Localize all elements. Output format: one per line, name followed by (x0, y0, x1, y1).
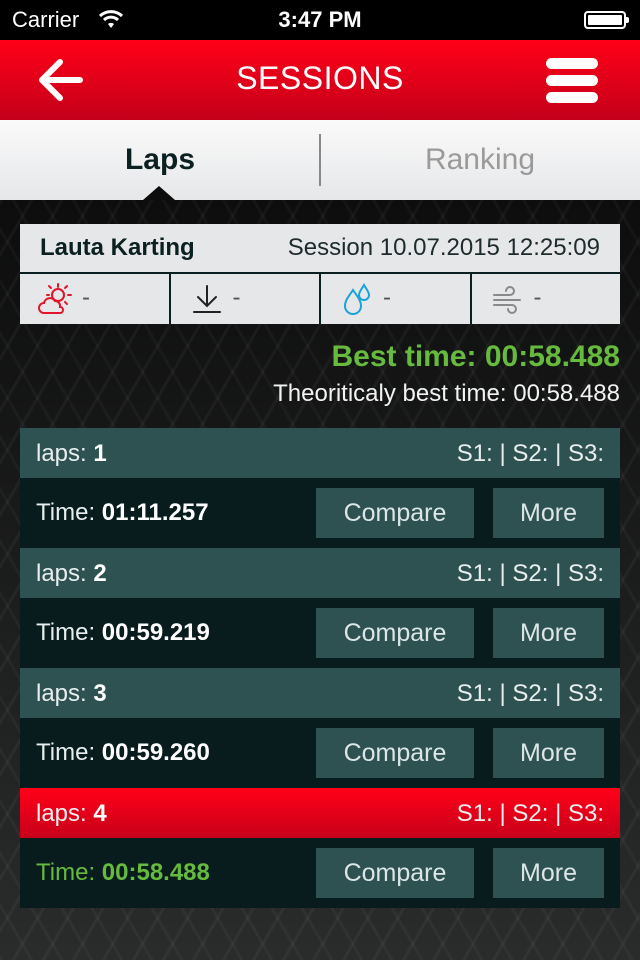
lap-number: laps: 3 (36, 680, 107, 708)
lap-number: laps: 1 (36, 440, 107, 468)
page-title: SESSIONS (236, 60, 404, 96)
lap-time: Time: 00:58.488 (36, 859, 210, 887)
humidity-cell: - (321, 274, 472, 324)
lap-label: laps: (36, 680, 94, 707)
lap-number: laps: 4 (36, 800, 107, 828)
lap-time: Time: 00:59.260 (36, 739, 210, 767)
lap-header-best[interactable]: laps: 4 S1: | S2: | S3: (20, 788, 620, 838)
humidity-drops-icon (343, 283, 371, 315)
lap-number-value: 4 (93, 800, 107, 827)
weather-condition-value: - (82, 284, 90, 311)
pressure-cell: - (171, 274, 321, 324)
tab-ranking[interactable]: Ranking (320, 120, 640, 200)
pressure-down-arrow-icon (192, 285, 221, 313)
more-button[interactable]: More (493, 848, 604, 898)
wind-value: - (533, 284, 542, 311)
lap-label: laps: (36, 800, 94, 827)
lap-time-value: 00:59.260 (101, 739, 210, 766)
more-button[interactable]: More (493, 488, 604, 538)
active-tab-indicator (143, 186, 175, 200)
lap-number: laps: 2 (36, 560, 107, 588)
lap-time-value: 00:58.488 (101, 859, 210, 886)
lap-time-label: Time: (36, 859, 102, 886)
lap-header[interactable]: laps: 2 S1: | S2: | S3: (20, 548, 620, 598)
lap-time: Time: 01:11.257 (36, 499, 209, 527)
status-bar: Carrier 3:47 PM (0, 0, 640, 40)
wind-icon (492, 286, 521, 314)
sector-times: S1: | S2: | S3: (456, 800, 604, 827)
sector-times: S1: | S2: | S3: (456, 440, 604, 467)
lap-row: Time: 01:11.257 Compare More (20, 478, 620, 548)
lap-number-value: 2 (93, 560, 107, 587)
more-button[interactable]: More (493, 608, 604, 658)
laps-list: laps: 1 S1: | S2: | S3: Time: 01:11.257 … (20, 428, 620, 908)
compare-button[interactable]: Compare (316, 488, 474, 538)
lap-time-value: 01:11.257 (101, 499, 209, 526)
more-button[interactable]: More (493, 728, 604, 778)
lap-label: laps: (36, 440, 94, 467)
lap-time-label: Time: (36, 619, 102, 646)
lap-time: Time: 00:59.219 (36, 619, 210, 647)
status-time: 3:47 PM (278, 7, 362, 32)
lap-header[interactable]: laps: 3 S1: | S2: | S3: (20, 668, 620, 718)
compare-button[interactable]: Compare (316, 608, 474, 658)
lap-time-label: Time: (36, 499, 102, 526)
weather-condition-cell: - (20, 274, 171, 324)
pressure-value: - (232, 284, 241, 311)
lap-row: Time: 00:59.260 Compare More (20, 718, 620, 788)
lap-label: laps: (36, 560, 94, 587)
lap-row-best: Time: 00:58.488 Compare More (20, 838, 620, 908)
sector-times: S1: | S2: | S3: (456, 680, 604, 707)
sector-times: S1: | S2: | S3: (456, 560, 604, 587)
compare-button[interactable]: Compare (316, 728, 474, 778)
lap-row: Time: 00:59.219 Compare More (20, 598, 620, 668)
lap-time-value: 00:59.219 (101, 619, 210, 646)
partly-sunny-cloud-icon (38, 283, 72, 314)
humidity-value: - (383, 284, 391, 311)
weather-row: - - - - (20, 272, 620, 324)
wind-cell: - (472, 274, 621, 324)
lap-header[interactable]: laps: 1 S1: | S2: | S3: (20, 428, 620, 478)
theoretical-best-time: Theoriticaly best time: 00:58.488 (273, 380, 620, 407)
nav-bar: SESSIONS (0, 40, 640, 120)
lap-number-value: 3 (93, 680, 107, 707)
session-datetime: Session 10.07.2015 12:25:09 (287, 234, 600, 261)
menu-button[interactable] (546, 56, 600, 104)
best-time: Best time: 00:58.488 (331, 340, 621, 373)
battery-icon (584, 11, 629, 29)
lap-number-value: 1 (93, 440, 107, 467)
session-info-card: Lauta Karting Session 10.07.2015 12:25:0… (20, 224, 620, 324)
lap-time-label: Time: (36, 739, 102, 766)
track-name: Lauta Karting (40, 234, 195, 261)
compare-button[interactable]: Compare (316, 848, 474, 898)
segment-tabs: Laps Ranking (0, 120, 640, 200)
